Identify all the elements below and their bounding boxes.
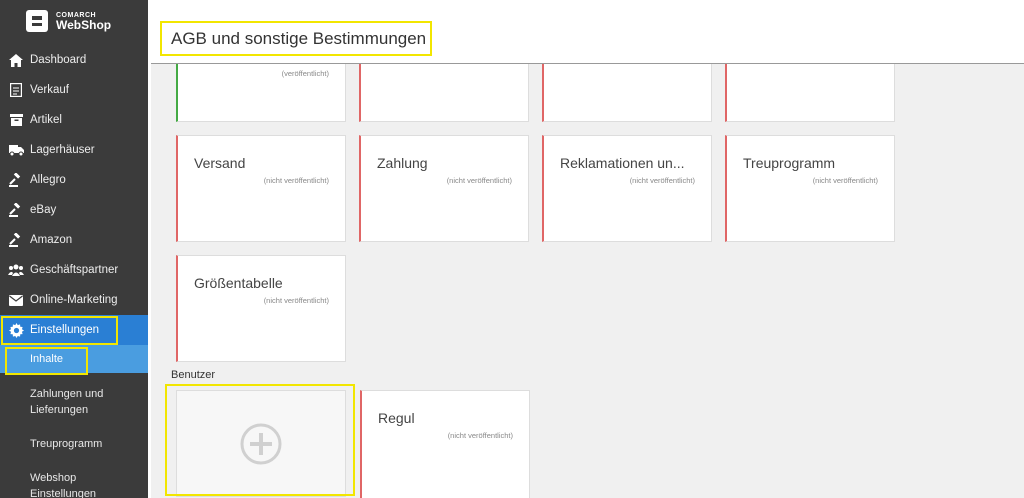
card-status: (nicht veröffentlicht) bbox=[263, 296, 329, 305]
highlight-inhalte bbox=[5, 347, 88, 375]
card-groessentabelle[interactable]: Größentabelle (nicht veröffentlicht) bbox=[176, 255, 346, 362]
sidebar-item-label: Dashboard bbox=[30, 54, 87, 66]
envelope-icon bbox=[8, 292, 24, 308]
card-title: Reklamationen un... bbox=[560, 155, 685, 171]
card-title: Versand bbox=[194, 155, 246, 171]
content-card[interactable] bbox=[359, 64, 529, 122]
truck-icon bbox=[8, 142, 24, 158]
card-title: Zahlung bbox=[377, 155, 428, 171]
card-title: Regul bbox=[378, 410, 415, 426]
highlight-einstellungen bbox=[1, 316, 118, 345]
subnav-item-zahlungen[interactable]: Zahlungen und Lieferungen bbox=[0, 380, 148, 424]
sidebar-item-lagerhaeuser[interactable]: Lagerhäuser bbox=[0, 135, 148, 165]
card-status: (nicht veröffentlicht) bbox=[446, 176, 512, 185]
users-icon bbox=[8, 262, 24, 278]
card-status: (veröffentlicht) bbox=[281, 69, 329, 78]
section-label-benutzer: Benutzer bbox=[171, 369, 216, 381]
gavel-icon bbox=[8, 202, 24, 218]
sidebar-item-verkauf[interactable]: Verkauf bbox=[0, 75, 148, 105]
card-treuprogramm[interactable]: Treuprogramm (nicht veröffentlicht) bbox=[725, 135, 895, 242]
logo[interactable]: COMARCH WebShop bbox=[0, 0, 148, 42]
subnav-item-treuprogramm[interactable]: Treuprogramm bbox=[0, 430, 148, 458]
subnav-item-webshop-einstellungen[interactable]: Webshop Einstellungen bbox=[0, 464, 148, 498]
sidebar-item-ebay[interactable]: eBay bbox=[0, 195, 148, 225]
content-card[interactable] bbox=[542, 64, 712, 122]
sidebar-item-geschaeftspartner[interactable]: Geschäftspartner bbox=[0, 255, 148, 285]
sidebar-item-label: Artikel bbox=[30, 114, 62, 126]
gavel-icon bbox=[8, 232, 24, 248]
content-card[interactable]: (veröffentlicht) bbox=[176, 64, 346, 122]
sidebar: COMARCH WebShop Dashboard Verkauf Artike… bbox=[0, 0, 148, 498]
card-title: Treuprogramm bbox=[743, 155, 836, 171]
sidebar-item-allegro[interactable]: Allegro bbox=[0, 165, 148, 195]
content-card[interactable] bbox=[725, 64, 895, 122]
card-status: (nicht veröffentlicht) bbox=[812, 176, 878, 185]
sidebar-item-label: Verkauf bbox=[30, 84, 69, 96]
card-status: (nicht veröffentlicht) bbox=[447, 431, 513, 440]
sidebar-item-label: eBay bbox=[30, 204, 57, 216]
highlight-page-title bbox=[160, 21, 432, 56]
home-icon bbox=[8, 52, 24, 68]
card-title: Größentabelle bbox=[194, 275, 283, 291]
card-status: (nicht veröffentlicht) bbox=[629, 176, 695, 185]
sidebar-item-label: Amazon bbox=[30, 234, 73, 246]
sidebar-item-online-marketing[interactable]: Online-Marketing bbox=[0, 285, 148, 315]
box-icon bbox=[8, 112, 24, 128]
sidebar-item-label: Allegro bbox=[30, 174, 66, 186]
sidebar-item-label: Geschäftspartner bbox=[30, 264, 119, 276]
card-reklamationen[interactable]: Reklamationen un... (nicht veröffentlich… bbox=[542, 135, 712, 242]
sidebar-item-artikel[interactable]: Artikel bbox=[0, 105, 148, 135]
sidebar-item-label: Lagerhäuser bbox=[30, 144, 95, 156]
document-icon bbox=[8, 82, 24, 98]
highlight-add-card bbox=[165, 384, 355, 496]
sidebar-item-label: Online-Marketing bbox=[30, 294, 118, 306]
gavel-icon bbox=[8, 172, 24, 188]
webshop-logo-icon bbox=[26, 10, 48, 32]
sidebar-item-amazon[interactable]: Amazon bbox=[0, 225, 148, 255]
card-versand[interactable]: Versand (nicht veröffentlicht) bbox=[176, 135, 346, 242]
brand-name: WebShop bbox=[56, 17, 112, 32]
card-regul[interactable]: Regul (nicht veröffentlicht) bbox=[360, 390, 530, 498]
card-zahlung[interactable]: Zahlung (nicht veröffentlicht) bbox=[359, 135, 529, 242]
sidebar-item-dashboard[interactable]: Dashboard bbox=[0, 45, 148, 75]
card-status: (nicht veröffentlicht) bbox=[263, 176, 329, 185]
